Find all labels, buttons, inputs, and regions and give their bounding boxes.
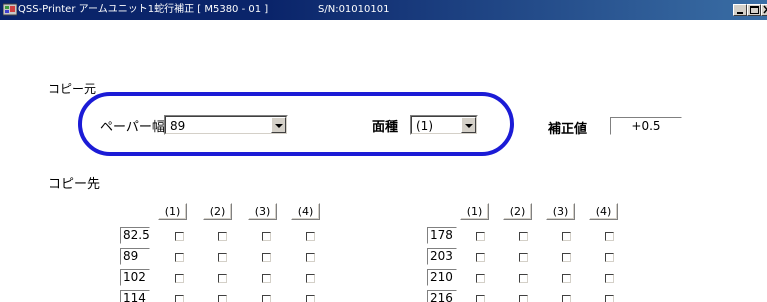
- serial-number: S/N:01010101: [318, 4, 390, 15]
- checkbox[interactable]: [605, 253, 614, 262]
- title-bar: QSS-Printer アームユニット1蛇行補正 [ M5380 - 01 ] …: [0, 0, 767, 20]
- checkbox[interactable]: [519, 253, 528, 262]
- copy-dest-label: コピー先: [48, 177, 101, 192]
- column-header: (1): [158, 203, 187, 220]
- row-label: 102: [120, 269, 150, 286]
- column-header: (3): [248, 203, 277, 220]
- checkbox[interactable]: [262, 253, 271, 262]
- checkbox[interactable]: [306, 232, 315, 241]
- checkbox[interactable]: [562, 253, 571, 262]
- app-window: QSS-Printer アームユニット1蛇行補正 [ M5380 - 01 ] …: [0, 0, 767, 302]
- copy-source-label: コピー元: [48, 82, 97, 96]
- checkbox[interactable]: [175, 232, 184, 241]
- checkbox[interactable]: [306, 295, 315, 302]
- row-label: 210: [427, 269, 457, 286]
- checkbox[interactable]: [218, 253, 227, 262]
- row-label: 89: [120, 248, 150, 265]
- column-header: (4): [291, 203, 320, 220]
- row-label: 216: [427, 290, 457, 302]
- correction-value-box: +0.5: [610, 117, 682, 135]
- checkbox[interactable]: [262, 232, 271, 241]
- checkbox[interactable]: [175, 274, 184, 283]
- checkbox[interactable]: [306, 253, 315, 262]
- close-button[interactable]: [761, 4, 767, 16]
- window-title: QSS-Printer アームユニット1蛇行補正 [ M5380 - 01 ]: [18, 4, 269, 15]
- checkbox[interactable]: [218, 232, 227, 241]
- app-icon: [3, 3, 17, 16]
- highlight-oval: [78, 92, 514, 156]
- minimize-icon: [737, 12, 743, 14]
- checkbox[interactable]: [262, 295, 271, 302]
- column-header: (2): [503, 203, 532, 220]
- close-icon: [763, 5, 767, 14]
- row-label: 82.5: [120, 227, 150, 244]
- checkbox[interactable]: [562, 274, 571, 283]
- maximize-button[interactable]: [747, 4, 761, 16]
- checkbox[interactable]: [476, 274, 485, 283]
- column-header: (2): [203, 203, 232, 220]
- checkbox[interactable]: [605, 232, 614, 241]
- column-header: (4): [589, 203, 618, 220]
- checkbox[interactable]: [519, 232, 528, 241]
- checkbox[interactable]: [175, 295, 184, 302]
- checkbox[interactable]: [218, 274, 227, 283]
- column-header: (1): [460, 203, 489, 220]
- checkbox[interactable]: [605, 295, 614, 302]
- column-header: (3): [546, 203, 575, 220]
- checkbox[interactable]: [175, 253, 184, 262]
- checkbox[interactable]: [562, 295, 571, 302]
- checkbox[interactable]: [519, 274, 528, 283]
- checkbox[interactable]: [476, 253, 485, 262]
- row-label: 203: [427, 248, 457, 265]
- minimize-button[interactable]: [733, 4, 747, 16]
- checkbox[interactable]: [476, 295, 485, 302]
- checkbox[interactable]: [476, 232, 485, 241]
- row-label: 114: [120, 290, 150, 302]
- checkbox[interactable]: [306, 274, 315, 283]
- checkbox[interactable]: [562, 232, 571, 241]
- checkbox[interactable]: [262, 274, 271, 283]
- maximize-icon: [750, 6, 759, 14]
- correction-value: +0.5: [631, 119, 661, 133]
- row-label: 178: [427, 227, 457, 244]
- checkbox[interactable]: [605, 274, 614, 283]
- correction-label: 補正値: [548, 122, 588, 137]
- checkbox[interactable]: [519, 295, 528, 302]
- client-area: コピー元 ペーパー幅 89 面種 (1) 補正値 +0.5 コピー先 (1) (…: [0, 20, 767, 302]
- checkbox[interactable]: [218, 295, 227, 302]
